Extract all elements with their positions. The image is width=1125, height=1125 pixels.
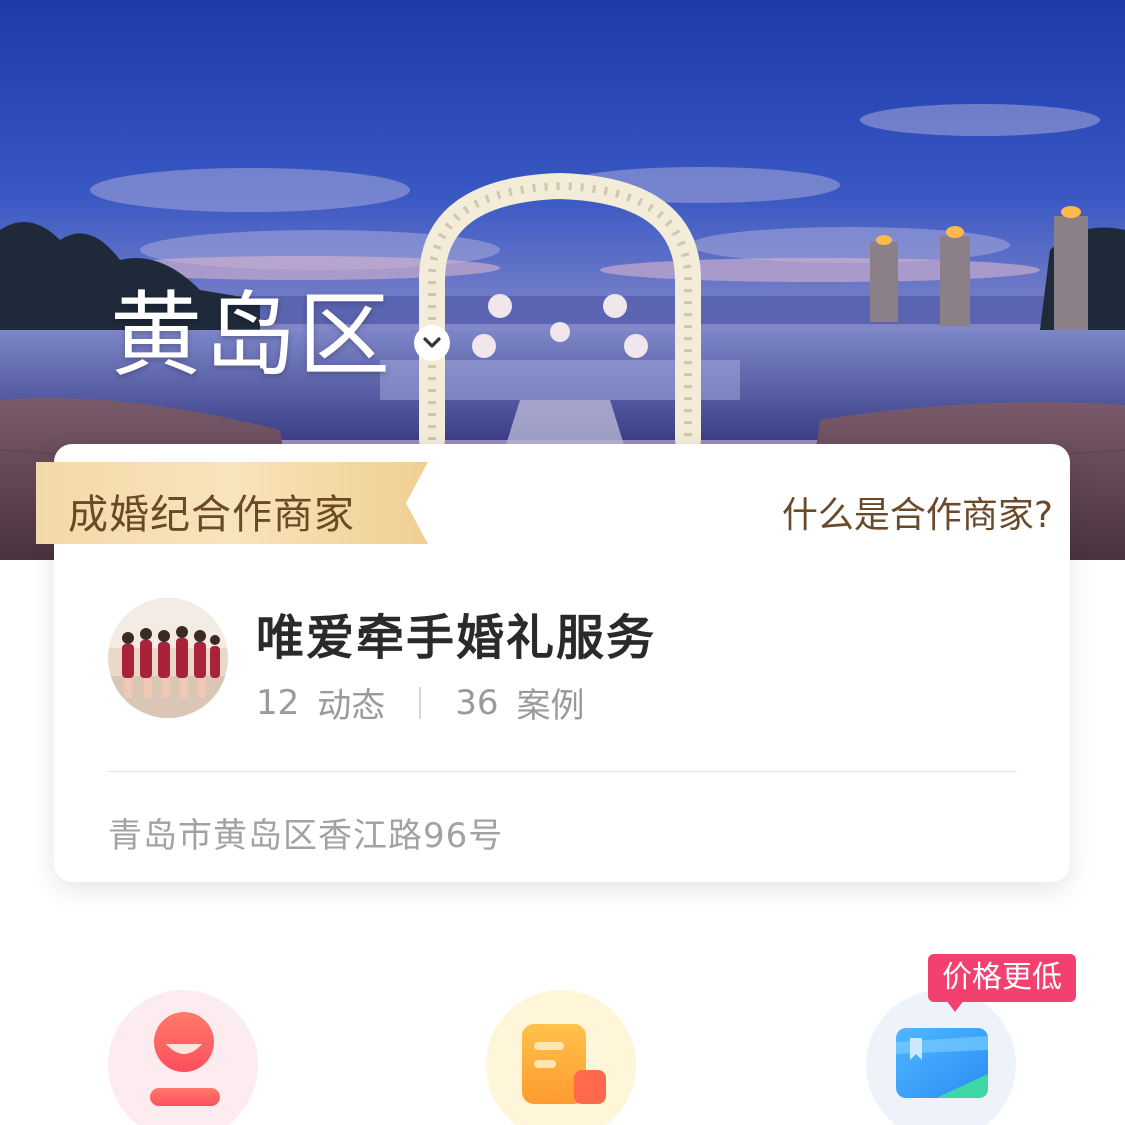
stat-divider [419, 686, 422, 719]
district-selector[interactable]: 黄岛区 [110, 282, 451, 389]
stat-value: 36 [455, 682, 499, 723]
district-name: 黄岛区 [110, 282, 393, 389]
what-is-partner-link[interactable]: 什么是合作商家? [782, 486, 1053, 538]
avatar[interactable] [108, 598, 228, 718]
partner-ribbon: 成婚纪合作商家 [36, 462, 428, 544]
partner-label: 成婚纪合作商家 [68, 492, 355, 538]
merchant-stats: 12 动态 36 案例 [256, 678, 585, 727]
coupon-icon [896, 1028, 988, 1098]
person-icon [150, 1012, 220, 1106]
feature-coupon[interactable] [866, 990, 1016, 1125]
stat-label: 案例 [516, 686, 585, 726]
stat-value: 12 [256, 682, 300, 723]
chevron-down-icon [414, 325, 451, 361]
stat-label: 动态 [317, 686, 386, 726]
feature-document[interactable] [486, 990, 636, 1125]
badge-tail [946, 1000, 964, 1012]
merchant-address[interactable]: 青岛市黄岛区香江路96号 [108, 808, 503, 857]
document-icon [522, 1024, 606, 1104]
price-lower-badge: 价格更低 [928, 954, 1076, 1002]
divider [108, 771, 1017, 772]
merchant-name[interactable]: 唯爱牵手婚礼服务 [256, 598, 656, 668]
feature-person[interactable] [108, 990, 258, 1125]
